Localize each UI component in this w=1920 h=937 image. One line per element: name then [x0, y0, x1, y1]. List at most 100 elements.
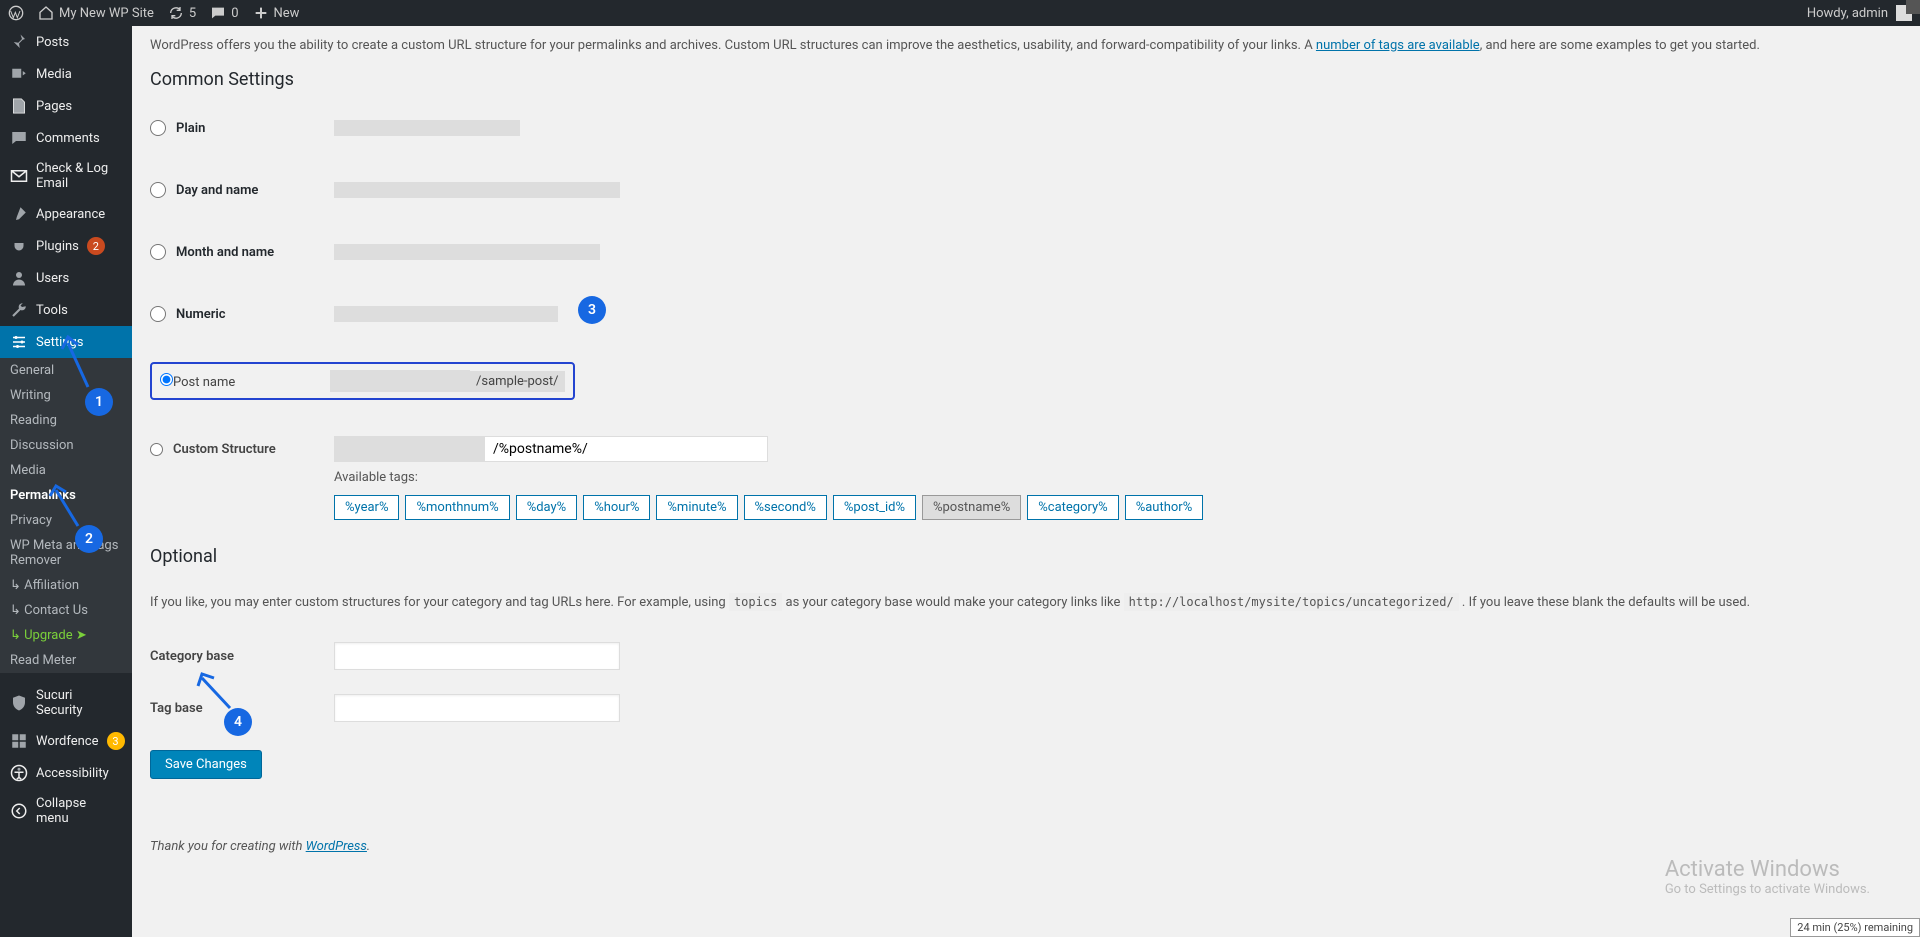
sidebar-item-pages[interactable]: Pages — [0, 90, 132, 122]
arrow-4-icon — [196, 672, 238, 712]
badge: 2 — [87, 237, 105, 255]
sidebar-item-label: Users — [36, 271, 69, 286]
sidebar-item-accessibility[interactable]: Accessibility — [0, 757, 132, 789]
badge: 3 — [107, 732, 125, 750]
option-numeric[interactable]: Numeric — [150, 306, 320, 322]
arrow-1-icon — [60, 335, 100, 390]
sidebar-item-check-log[interactable]: Check & Log Email — [0, 154, 132, 198]
sidebar-item-wordfence[interactable]: Wordfence3 — [0, 725, 132, 757]
tag-button[interactable]: %monthnum% — [405, 495, 509, 520]
option-month[interactable]: Month and name — [150, 244, 320, 260]
sidebar-sub-readmeter[interactable]: Read Meter — [0, 648, 132, 673]
tag-button[interactable]: %minute% — [656, 495, 737, 520]
option-postname[interactable]: Post name — [160, 373, 312, 390]
sidebar-item-label: Plugins — [36, 239, 79, 254]
media-icon — [10, 65, 28, 83]
tag-button[interactable]: %postname% — [922, 495, 1021, 520]
tag-button[interactable]: %day% — [516, 495, 578, 520]
sidebar-item-label: Appearance — [36, 207, 105, 222]
sidebar-sub-wpmeta[interactable]: WP Meta and Tags Remover — [0, 533, 132, 573]
admin-topbar: My New WP Site 5 0 New Howdy, admin — [0, 0, 1920, 26]
radio-custom[interactable] — [150, 443, 163, 456]
tag-button[interactable]: %year% — [334, 495, 399, 520]
new-link[interactable]: New — [253, 5, 300, 21]
sidebar-sub-upgrade[interactable]: ↳ Upgrade ➤ — [0, 623, 132, 648]
sidebar-item-label: Accessibility — [36, 766, 109, 781]
wp-logo[interactable] — [8, 5, 24, 21]
scroll-indicator — [1906, 0, 1920, 14]
annotation-2: 2 — [75, 525, 103, 553]
new-label: New — [274, 6, 300, 21]
mail-icon — [10, 167, 28, 185]
admin-sidebar: PostsMediaPagesCommentsCheck & Log Email… — [0, 26, 132, 937]
tag-button[interactable]: %category% — [1027, 495, 1118, 520]
redacted-url — [334, 120, 520, 136]
grid-icon — [10, 732, 28, 750]
activate-windows-watermark: Activate Windows Go to Settings to activ… — [1665, 857, 1870, 897]
custom-structure-input[interactable] — [484, 436, 768, 462]
sidebar-sub-reading[interactable]: Reading — [0, 408, 132, 433]
comment-icon — [10, 129, 28, 147]
account-menu[interactable]: Howdy, admin — [1807, 5, 1912, 21]
radio-plain[interactable] — [150, 120, 166, 136]
sidebar-item-label: Check & Log Email — [36, 161, 122, 191]
sidebar-item-label: Collapse menu — [36, 796, 122, 826]
intro-text: WordPress offers you the ability to crea… — [150, 26, 1902, 63]
sidebar-item-collapse[interactable]: Collapse menu — [0, 789, 132, 833]
updates-count: 5 — [189, 6, 196, 21]
wordpress-link[interactable]: WordPress — [306, 839, 367, 854]
annotation-1: 1 — [85, 388, 113, 416]
site-name: My New WP Site — [59, 6, 154, 21]
sidebar-item-users[interactable]: Users — [0, 262, 132, 294]
comments-count: 0 — [231, 6, 238, 21]
radio-postname[interactable] — [160, 373, 173, 386]
annotation-4: 4 — [224, 708, 252, 736]
redacted-url — [334, 244, 600, 260]
footer-thanks: Thank you for creating with WordPress. — [150, 839, 1902, 854]
option-plain[interactable]: Plain — [150, 120, 320, 136]
plus-icon — [253, 5, 269, 21]
arrow-2-icon — [48, 484, 88, 529]
sidebar-item-plugins[interactable]: Plugins 2 — [0, 230, 132, 262]
tags-link[interactable]: number of tags are available — [1316, 38, 1480, 53]
sidebar-item-comments[interactable]: Comments — [0, 122, 132, 154]
tag-button[interactable]: %hour% — [583, 495, 650, 520]
redacted-url — [334, 182, 620, 198]
sidebar-sub-affiliation[interactable]: ↳ Affiliation — [0, 573, 132, 598]
category-base-input[interactable] — [334, 642, 620, 670]
tags-row: %year%%monthnum% %day%%hour%%minute% %seco… — [334, 495, 1902, 540]
save-button[interactable]: Save Changes — [150, 750, 262, 779]
sidebar-item-label: Posts — [36, 35, 69, 50]
comments-link[interactable]: 0 — [210, 5, 238, 21]
sidebar-sub-media[interactable]: Media — [0, 458, 132, 483]
option-custom[interactable]: Custom Structure — [150, 436, 320, 457]
collapse-icon — [10, 802, 28, 820]
sidebar-sub-contact[interactable]: ↳ Contact Us — [0, 598, 132, 623]
shield-icon — [10, 694, 28, 712]
sidebar-item-tools[interactable]: Tools — [0, 294, 132, 326]
common-settings-heading: Common Settings — [150, 69, 1902, 90]
sidebar-sub-discussion[interactable]: Discussion — [0, 433, 132, 458]
redacted-url — [334, 306, 558, 322]
radio-day[interactable] — [150, 182, 166, 198]
howdy-text: Howdy, admin — [1807, 6, 1888, 21]
option-day[interactable]: Day and name — [150, 182, 320, 198]
tag-button[interactable]: %author% — [1125, 495, 1204, 520]
access-icon — [10, 764, 28, 782]
sidebar-item-media[interactable]: Media — [0, 58, 132, 90]
sidebar-item-sucuri[interactable]: Sucuri Security — [0, 681, 132, 725]
sliders-icon — [10, 333, 28, 351]
redacted-url — [334, 436, 484, 462]
sidebar-item-posts[interactable]: Posts — [0, 26, 132, 58]
tag-button[interactable]: %post_id% — [833, 495, 916, 520]
radio-month[interactable] — [150, 244, 166, 260]
tag-button[interactable]: %second% — [744, 495, 827, 520]
available-tags-label: Available tags: — [334, 470, 1902, 495]
redacted-url — [330, 370, 470, 392]
sidebar-item-label: Sucuri Security — [36, 688, 122, 718]
tag-base-input[interactable] — [334, 694, 620, 722]
radio-numeric[interactable] — [150, 306, 166, 322]
updates-link[interactable]: 5 — [168, 5, 196, 21]
site-link[interactable]: My New WP Site — [38, 5, 154, 21]
sidebar-item-appearance[interactable]: Appearance — [0, 198, 132, 230]
